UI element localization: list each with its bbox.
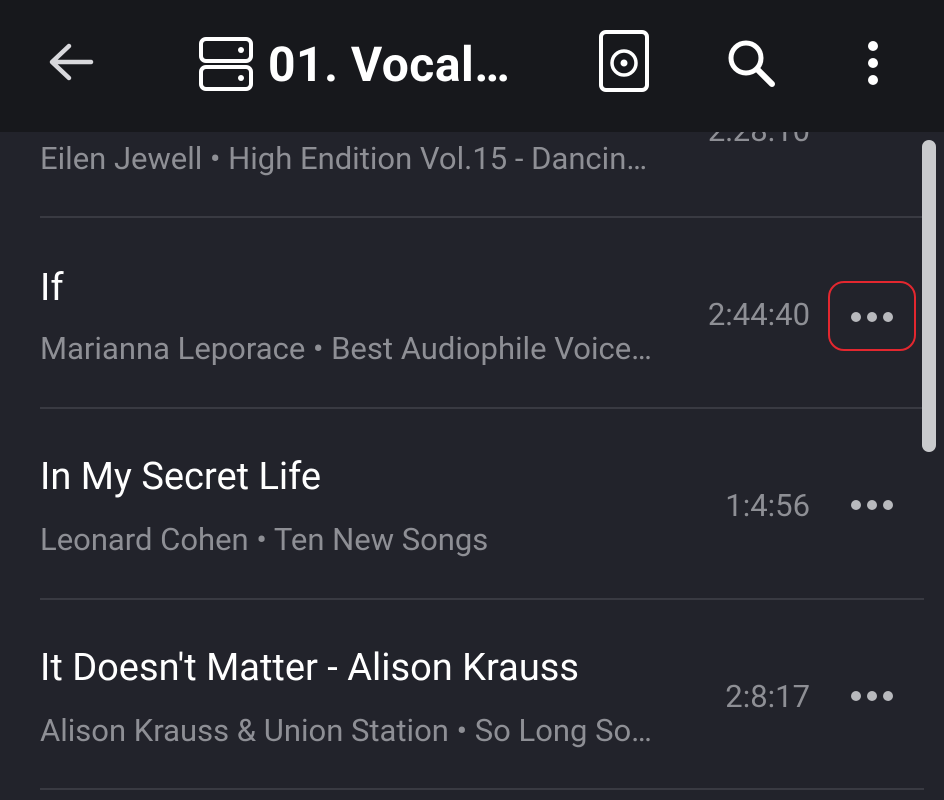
track-more-button[interactable] bbox=[828, 660, 916, 730]
output-device-button[interactable] bbox=[592, 26, 656, 96]
more-horizontal-icon bbox=[848, 307, 896, 326]
track-row[interactable]: In My Secret Life Leonard Cohen • Ten Ne… bbox=[0, 409, 924, 599]
more-horizontal-icon bbox=[848, 686, 896, 705]
back-button[interactable] bbox=[36, 30, 106, 94]
track-row[interactable]: It Doesn't Matter - Alison Krauss Alison… bbox=[0, 600, 924, 790]
track-subtitle: Leonard Cohen • Ten New Songs bbox=[40, 521, 489, 558]
title-area[interactable]: 01. Vocal… bbox=[198, 32, 510, 96]
app-bar: 01. Vocal… bbox=[0, 0, 944, 132]
track-more-button[interactable] bbox=[828, 469, 916, 539]
more-vertical-icon bbox=[868, 41, 878, 85]
track-title: It Doesn't Matter - Alison Krauss bbox=[40, 646, 579, 690]
track-duration: 2:44:40 bbox=[707, 296, 810, 333]
scrollbar[interactable] bbox=[922, 140, 936, 452]
track-title: In My Secret Life bbox=[40, 455, 322, 499]
track-duration: 1:4:56 bbox=[725, 487, 810, 524]
divider bbox=[40, 788, 924, 790]
arrow-left-icon bbox=[49, 43, 94, 81]
overflow-menu-button[interactable] bbox=[846, 30, 900, 96]
track-subtitle: Alison Krauss & Union Station • So Long … bbox=[40, 712, 652, 749]
server-icon bbox=[198, 36, 254, 92]
page-title: 01. Vocal… bbox=[268, 35, 511, 93]
track-more-button[interactable] bbox=[828, 281, 916, 351]
track-subtitle: Eilen Jewell • High Endition Vol.15 - Da… bbox=[40, 140, 648, 177]
speaker-icon bbox=[599, 30, 649, 92]
search-button[interactable] bbox=[718, 30, 784, 96]
track-subtitle: Marianna Leporace • Best Audiophile Voic… bbox=[40, 330, 652, 367]
track-title: If bbox=[40, 266, 64, 310]
search-icon bbox=[728, 40, 775, 87]
track-duration: 2:8:17 bbox=[725, 678, 810, 715]
more-horizontal-icon bbox=[848, 495, 896, 514]
track-row[interactable]: If Marianna Leporace • Best Audiophile V… bbox=[0, 218, 924, 408]
